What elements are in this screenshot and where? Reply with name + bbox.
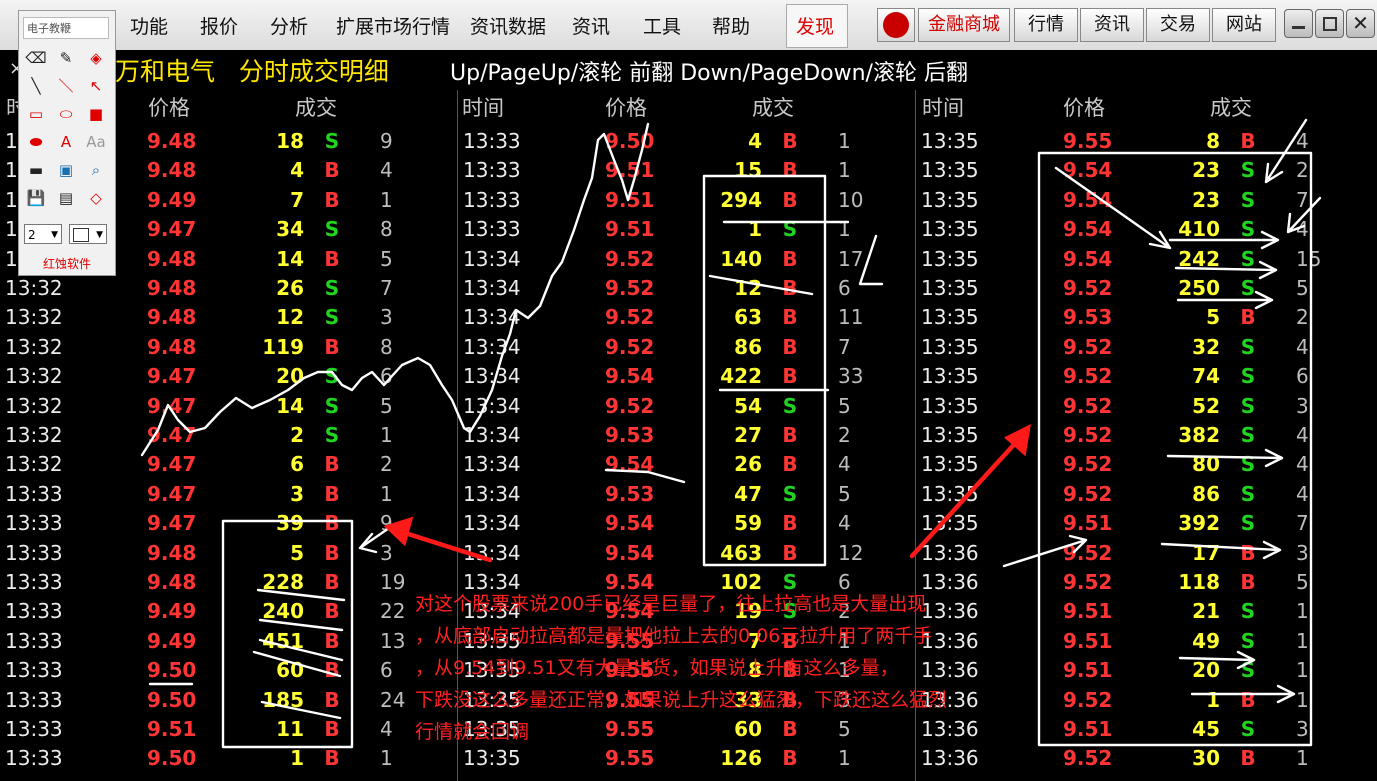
annotation-comment: 对这个股票来说200手已经是巨量了，往上拉高也是大量出现 ，从底部启动拉高都是量… — [415, 588, 1115, 748]
underline-mark — [256, 588, 346, 602]
text-icon[interactable]: A — [55, 131, 77, 153]
color-select[interactable]: ▼ — [69, 224, 107, 244]
underline-mark — [604, 468, 686, 484]
arrow-mark — [1002, 534, 1088, 568]
fill-icon[interactable]: ◈ — [85, 47, 107, 69]
volume-highlight-box — [702, 174, 827, 567]
price-trend-line — [140, 122, 650, 457]
comment-line: 对这个股票来说200手已经是巨量了，往上拉高也是大量出现 — [415, 593, 927, 615]
arrow-mark — [1174, 260, 1278, 280]
comment-line: 下跌没这么多量还正常，如果说上升这么猛烈，下跌还这么猛烈 — [415, 689, 948, 711]
arrow-mark — [1054, 166, 1172, 250]
underline-mark — [708, 274, 814, 296]
comment-line: ，从9.54到9.51又有大量出货，如果说上升有这么多量， — [415, 657, 899, 679]
shape-icon[interactable]: ◇ — [85, 187, 107, 209]
zoom-icon[interactable]: ⌕ — [85, 159, 107, 181]
red-arrow-head — [383, 516, 414, 547]
pointer-mark — [858, 234, 884, 286]
arrow-mark — [1178, 650, 1256, 670]
arrow-mark — [1190, 684, 1296, 704]
underline-mark — [258, 618, 344, 632]
arrow-mark — [1264, 118, 1308, 184]
eraser-icon[interactable]: ⌫ — [25, 47, 47, 69]
comment-line: 行情就会回调 — [415, 721, 530, 743]
chevron-down-icon: ▼ — [96, 230, 103, 240]
save-icon[interactable]: 💾 — [25, 187, 47, 209]
arrow-mark — [1168, 230, 1280, 250]
brush-icon[interactable]: ╲ — [25, 75, 47, 97]
arrow-icon[interactable]: ↖ — [85, 75, 107, 97]
color-swatch — [73, 228, 89, 242]
ellipse-icon[interactable]: ⬭ — [55, 103, 77, 125]
rect-icon[interactable]: ▭ — [25, 103, 47, 125]
filled-ellipse-icon[interactable]: ⬬ — [25, 131, 47, 153]
arrow-mark — [1160, 540, 1282, 560]
filled-rect-icon[interactable]: ■ — [85, 103, 107, 125]
line-icon[interactable]: ＼ — [55, 75, 77, 97]
arrow-mark — [1286, 196, 1322, 234]
open-icon[interactable]: ▤ — [55, 187, 77, 209]
volume-highlight-box — [221, 519, 354, 749]
toolbox-brand: 红蚀软件 — [42, 257, 91, 271]
screen-icon[interactable]: ▣ — [55, 159, 77, 181]
annotation-toolbox: 电子教鞭 ⌫ ✎ ◈ ╲ ＼ ↖ ▭ ⬭ ■ ⬬ A Aa ▬ ▣ ⌕ 💾 ▤ ◇ 2 ▼ ▼ 红蚀软件 — [18, 10, 116, 276]
line-width-value: 2 — [28, 228, 36, 242]
arrow-mark — [1166, 448, 1284, 468]
toolbox-title[interactable]: 电子教鞭 — [23, 17, 109, 39]
line-width-select[interactable]: 2 ▼ — [24, 224, 62, 244]
chevron-down-icon: ▼ — [51, 230, 58, 240]
underline-mark — [260, 700, 342, 720]
red-arrow — [399, 529, 493, 563]
font-size-icon[interactable]: Aa — [85, 131, 107, 153]
arrow-mark — [1176, 290, 1274, 310]
black-bar-icon[interactable]: ▬ — [25, 159, 47, 181]
red-arrow — [909, 435, 1023, 559]
pen-icon[interactable]: ✎ — [55, 47, 77, 69]
comment-line: ，从底部启动拉高都是量把他拉上去的0.06元拉升用了两千手 — [415, 625, 933, 647]
